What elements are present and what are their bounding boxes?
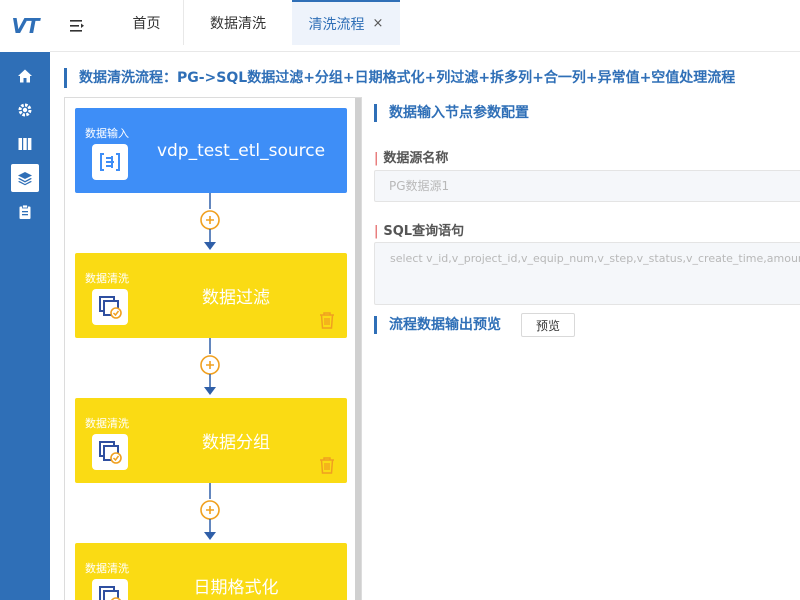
sql-label-text: SQL查询语句 [383, 224, 465, 239]
node-type-label: 数据清洗 [85, 417, 129, 430]
app-logo[interactable]: VT [0, 0, 50, 52]
preview-button[interactable]: 预览 [521, 313, 575, 337]
datasource-field[interactable]: PG数据源1 [374, 170, 800, 202]
flow-node-filter[interactable]: 数据清洗 数据过滤 [75, 253, 347, 338]
nav-flow[interactable] [0, 161, 50, 195]
nav-library[interactable] [0, 127, 50, 161]
menu-toggle-icon[interactable] [68, 17, 86, 35]
flow-canvas: 数据输入 vdp_test_etl_source 数据清洗 数据过滤 数据清洗 … [64, 97, 362, 600]
flow-scrollbar[interactable] [355, 98, 361, 600]
preview-section-title: 流程数据输出预览 [374, 316, 501, 334]
datasource-label-text: 数据源名称 [383, 151, 449, 166]
flow-node-date-format[interactable]: 数据清洗 日期格式化 [75, 543, 347, 600]
node-type-label: 数据输入 [85, 127, 129, 140]
close-icon[interactable]: × [373, 16, 384, 31]
logo-text: VT [11, 14, 39, 38]
tab-cleaning-flow-label: 清洗流程 [308, 16, 365, 33]
sql-query-field[interactable]: select v_id,v_project_id,v_equip_num,v_s… [374, 242, 800, 305]
side-nav: VT [0, 0, 50, 600]
tab-home-label: 首页 [132, 15, 161, 32]
book-icon [18, 138, 32, 150]
config-section-title: 数据输入节点参数配置 [374, 104, 529, 122]
nav-home[interactable] [0, 59, 50, 93]
node-name: 数据分组 [202, 433, 270, 453]
tab-bar: 首页 数据清洗 清洗流程 × [50, 0, 800, 52]
flow-connector [200, 483, 220, 547]
required-mark: | [374, 224, 379, 239]
required-mark: | [374, 151, 379, 166]
flow-node-group[interactable]: 数据清洗 数据分组 [75, 398, 347, 483]
nav-settings[interactable] [0, 93, 50, 127]
sql-label: | SQL查询语句 [374, 220, 464, 239]
data-input-icon [92, 144, 128, 180]
node-name: 日期格式化 [193, 578, 279, 598]
page-title: 数据清洗流程：PG->SQL数据过滤+分组+日期格式化+列过滤+拆多列+合一列+… [64, 68, 735, 88]
home-icon [18, 69, 32, 83]
nav-tasks[interactable] [0, 195, 50, 229]
trash-icon[interactable] [317, 310, 337, 330]
tab-data-cleaning-label: 数据清洗 [210, 15, 266, 32]
trash-icon[interactable] [317, 455, 337, 475]
data-clean-icon [92, 579, 128, 600]
node-name: vdp_test_etl_source [156, 141, 326, 161]
flow-node-input[interactable]: 数据输入 vdp_test_etl_source [75, 108, 347, 193]
clipboard-icon [19, 204, 31, 219]
node-type-label: 数据清洗 [85, 272, 129, 285]
layers-icon [18, 172, 32, 186]
node-type-label: 数据清洗 [85, 562, 129, 575]
tab-home[interactable]: 首页 [110, 0, 184, 45]
tab-data-cleaning[interactable]: 数据清洗 [184, 0, 292, 45]
gear-icon [18, 103, 32, 117]
node-name: 数据过滤 [202, 288, 270, 308]
data-clean-icon [92, 434, 128, 470]
flow-connector [200, 338, 220, 402]
datasource-label: | 数据源名称 [374, 147, 448, 166]
data-clean-icon [92, 289, 128, 325]
tab-cleaning-flow[interactable]: 清洗流程 × [292, 0, 400, 45]
flow-connector [200, 193, 220, 257]
